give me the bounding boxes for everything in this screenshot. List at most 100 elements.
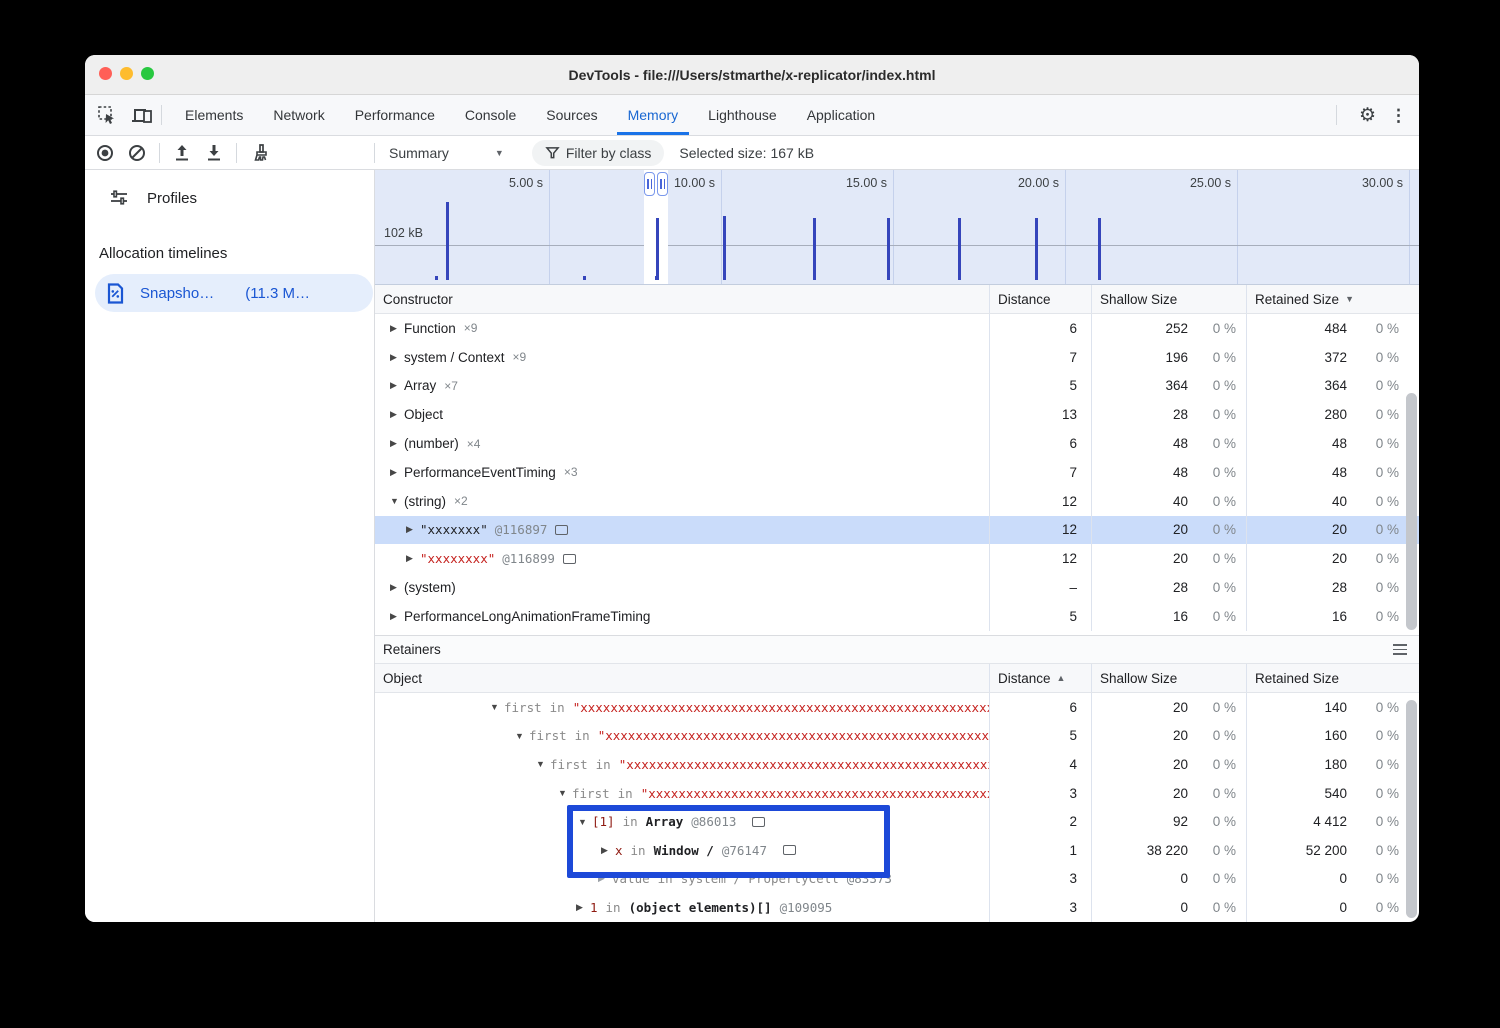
retainer-token: in [623,814,638,829]
tab-sources[interactable]: Sources [531,95,612,135]
instance-count: ×2 [454,494,468,508]
retainer-row[interactable]: ▼firstin"xxxxxxxxxxxxxxxxxxxxxxxxxxxxxxx… [375,722,1419,751]
collapse-arrow-icon[interactable]: ▼ [490,702,504,712]
constructor-row[interactable]: ▶(number)×46480 %480 % [375,429,1419,458]
retainer-row[interactable]: ▶xinWindow /@76147138 2200 %52 2000 % [375,836,1419,865]
more-options-kebab-icon[interactable]: ⋮ [1390,107,1407,124]
constructor-row[interactable]: ▶"xxxxxxx"@11689712200 %200 % [375,516,1419,545]
snapshot-list-item[interactable]: Snapsho… (11.3 M… [95,274,373,312]
expand-arrow-icon[interactable]: ▶ [390,438,404,449]
reveal-object-icon[interactable] [752,817,765,827]
constructor-row[interactable]: ▶Object13280 %2800 % [375,400,1419,429]
expand-arrow-icon[interactable]: ▶ [598,873,612,884]
expand-arrow-icon[interactable]: ▶ [601,845,615,856]
expand-arrow-icon[interactable]: ▶ [390,380,404,391]
constructor-table-body: ▶Function×962520 %4840 %▶system / Contex… [375,314,1419,631]
constructor-row[interactable]: ▼(string)×212400 %400 % [375,487,1419,516]
sort-asc-icon: ▲ [1057,673,1066,683]
retainers-distance-column-header[interactable]: Distance▲ [989,664,1091,692]
divider [236,143,237,163]
tab-console[interactable]: Console [450,95,531,135]
expand-arrow-icon[interactable]: ▶ [390,582,404,593]
clear-brush-icon[interactable] [249,143,269,163]
collapse-arrow-icon[interactable]: ▼ [578,817,592,827]
collapse-arrow-icon[interactable]: ▼ [558,788,572,798]
tab-performance[interactable]: Performance [340,95,450,135]
load-profile-icon[interactable] [172,143,192,163]
constructor-row[interactable]: ▶PerformanceLongAnimationFrameTiming5160… [375,602,1419,631]
object-id: @86013 [691,814,736,829]
device-toolbar-icon[interactable] [131,105,153,125]
inspect-element-icon[interactable] [97,105,117,125]
retainer-row[interactable]: ▼[1]inArray@860132920 %4 4120 % [375,807,1419,836]
retainer-row[interactable]: ▼firstin"xxxxxxxxxxxxxxxxxxxxxxxxxxxxxxx… [375,779,1419,808]
retained-size-cell: 5400 % [1246,779,1419,808]
filter-by-class-input[interactable]: Filter by class [532,140,665,166]
tab-application[interactable]: Application [792,95,891,135]
constructor-row[interactable]: ▶Function×962520 %4840 % [375,314,1419,343]
expand-arrow-icon[interactable]: ▶ [390,467,404,478]
expand-arrow-icon[interactable]: ▶ [390,611,404,622]
divider [374,143,375,163]
reveal-object-icon[interactable] [563,554,576,564]
retainers-shallow-column-header[interactable]: Shallow Size [1091,664,1246,692]
retainer-row[interactable]: ▼firstin"xxxxxxxxxxxxxxxxxxxxxxxxxxxxxxx… [375,693,1419,722]
reveal-object-icon[interactable] [783,845,796,855]
retained-size-cell: 4840 % [1246,314,1419,343]
tab-lighthouse[interactable]: Lighthouse [693,95,792,135]
view-select-arrow-icon[interactable]: ▼ [495,148,504,158]
clear-profiles-icon[interactable] [127,143,147,163]
profiles-header[interactable]: Profiles [85,180,197,216]
expand-arrow-icon[interactable]: ▶ [390,352,404,363]
allocation-timelines-section-label: Allocation timelines [99,245,227,262]
distance-cell: 5 [989,372,1091,401]
distance-column-header[interactable]: Distance [989,285,1091,313]
tab-memory[interactable]: Memory [613,95,694,135]
tab-network[interactable]: Network [258,95,339,135]
expand-arrow-icon[interactable]: ▶ [576,902,590,913]
constructor-column-header[interactable]: Constructor [375,285,989,313]
selection-handle-right[interactable] [657,172,668,196]
tab-elements[interactable]: Elements [170,95,258,135]
record-heap-icon[interactable] [95,143,115,163]
retainer-row[interactable]: ▶1in(object elements)[]@109095300 %00 % [375,893,1419,922]
constructor-row[interactable]: ▶Array×753640 %3640 % [375,372,1419,401]
collapse-arrow-icon[interactable]: ▼ [390,496,404,506]
collapse-arrow-icon[interactable]: ▼ [515,731,529,741]
shallow-size-cell: 38 2200 % [1091,836,1246,865]
reveal-object-icon[interactable] [555,525,568,535]
object-column-header[interactable]: Object [375,664,989,692]
shallow-size-column-header[interactable]: Shallow Size [1091,285,1246,313]
zoom-window-button[interactable] [141,67,154,80]
allocation-tick [655,276,658,280]
retainer-row[interactable]: ▼firstin"xxxxxxxxxxxxxxxxxxxxxxxxxxxxxxx… [375,750,1419,779]
constructor-row[interactable]: ▶(system)–280 %280 % [375,573,1419,602]
constructor-name-cell: ▶"xxxxxxxx"@116899 [375,544,989,573]
selection-handle-left[interactable] [644,172,655,196]
retainers-menu-icon[interactable] [1393,644,1407,655]
retainer-token: in [631,843,646,858]
expand-arrow-icon[interactable]: ▶ [390,409,404,420]
expand-arrow-icon[interactable]: ▶ [406,524,420,535]
devtools-tabbar: ElementsNetworkPerformanceConsoleSources… [85,95,1419,136]
expand-arrow-icon[interactable]: ▶ [390,323,404,334]
constructor-row[interactable]: ▶system / Context×971960 %3720 % [375,343,1419,372]
allocation-timeline-overview[interactable]: 5.00 s10.00 s15.00 s20.00 s25.00 s30.00 … [375,170,1419,285]
constructor-row[interactable]: ▶"xxxxxxxx"@11689912200 %200 % [375,544,1419,573]
retainer-token: in [658,871,673,886]
expand-arrow-icon[interactable]: ▶ [406,553,420,564]
settings-gear-icon[interactable]: ⚙ [1359,106,1376,125]
constructor-scrollbar-thumb[interactable] [1406,393,1417,630]
retained-size-column-header[interactable]: Retained Size▼ [1246,285,1419,313]
retained-size-cell: 00 % [1246,893,1419,922]
view-select[interactable]: Summary [389,145,449,161]
save-profile-icon[interactable] [204,143,224,163]
retainers-retained-column-header[interactable]: Retained Size [1246,664,1419,692]
retainer-row[interactable]: ▶valueinsystem / PropertyCell@83373300 %… [375,865,1419,894]
collapse-arrow-icon[interactable]: ▼ [536,759,550,769]
constructor-row[interactable]: ▶PerformanceEventTiming×37480 %480 % [375,458,1419,487]
minimize-window-button[interactable] [120,67,133,80]
retainers-scrollbar-thumb[interactable] [1406,700,1417,918]
close-window-button[interactable] [99,67,112,80]
shallow-size-cell: 200 % [1091,516,1246,545]
